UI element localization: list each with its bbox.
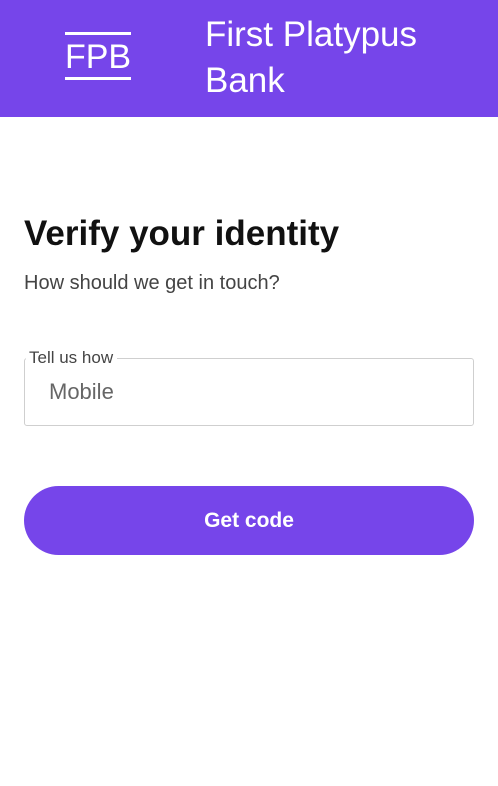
fpb-logo: FPB — [64, 32, 132, 82]
get-code-button[interactable]: Get code — [24, 486, 474, 555]
bank-name: First Platypus Bank — [205, 15, 417, 100]
contact-method-label: Tell us how — [26, 348, 118, 368]
contact-method-select[interactable]: Tell us how Mobile — [24, 348, 474, 426]
page-subtitle: How should we get in touch? — [24, 272, 280, 294]
contact-method-value[interactable]: Mobile — [49, 379, 114, 405]
page-title: Verify your identity — [24, 214, 340, 253]
logo-bottom-bar — [65, 77, 131, 80]
app-header: FPB First Platypus Bank — [0, 0, 498, 117]
logo-top-bar — [65, 32, 131, 35]
logo-text: FPB — [64, 38, 132, 76]
